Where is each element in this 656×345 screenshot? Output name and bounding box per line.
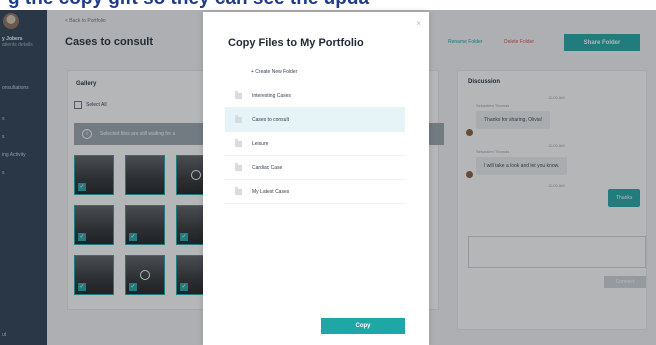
folder-item[interactable]: My Latest Cases [225,180,405,204]
folder-label: Cases to consult [252,116,289,123]
create-new-folder-link[interactable]: + Create New Folder [251,69,297,75]
folder-label: Cardiac Case [252,164,283,171]
folder-icon [235,90,242,99]
folder-icon [235,114,242,123]
folder-icon [235,138,242,147]
cropped-headline-banner: g the copy gift so they can see the upda [0,0,656,10]
copy-button[interactable]: Copy [321,318,405,334]
copy-files-modal: × Copy Files to My Portfolio + Create Ne… [203,12,429,345]
folder-item[interactable]: Interesting Cases [225,84,405,108]
close-icon[interactable]: × [416,19,421,28]
folder-item[interactable]: Cardiac Case [225,156,405,180]
folder-label: Leisure [252,140,269,147]
modal-title: Copy Files to My Portfolio [228,37,364,49]
folder-item[interactable]: Leisure [225,132,405,156]
folder-icon [235,186,242,195]
folder-icon [235,162,242,171]
folder-label: My Latest Cases [252,188,290,195]
folder-label: Interesting Cases [252,92,291,99]
headline-text: g the copy gift so they can see the upda [8,0,369,10]
folder-item-selected[interactable]: Cases to consult [225,108,405,132]
